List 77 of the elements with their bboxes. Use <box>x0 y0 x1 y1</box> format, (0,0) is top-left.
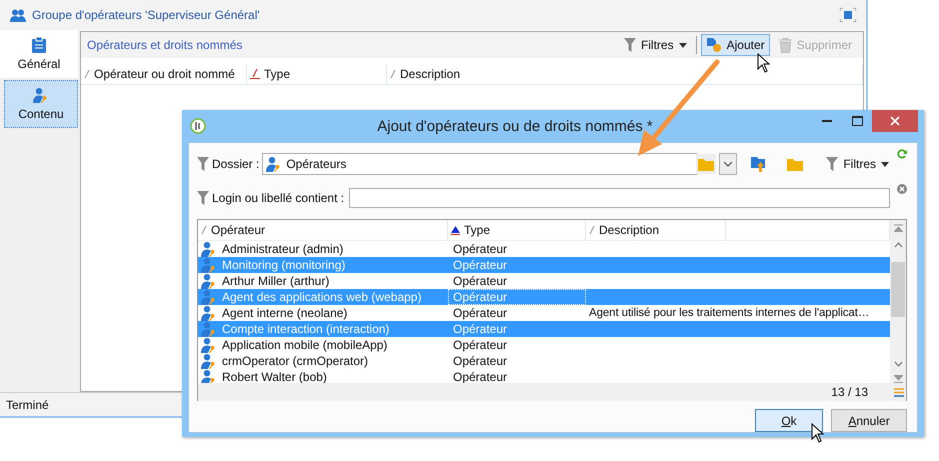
folder-up-icon[interactable] <box>751 156 768 172</box>
sort-ascending-icon <box>451 226 460 234</box>
type-cell: Opérateur <box>453 258 508 272</box>
trash-icon <box>778 38 792 52</box>
row-count: 13 / 13 <box>831 385 868 399</box>
status-text: Terminé <box>6 398 49 412</box>
operator-name: Arthur Miller (arthur) <box>222 274 330 288</box>
dialog-button[interactable]: Annuler <box>831 409 907 432</box>
close-icon <box>890 116 900 126</box>
chevron-icon <box>724 162 732 166</box>
filter-button[interactable]: Filtres <box>821 153 894 175</box>
operator-name: Agent interne (neolane) <box>222 306 348 320</box>
folder-field[interactable]: Opérateurs <box>262 153 698 175</box>
field-label: Dossier : <box>212 157 260 171</box>
scroll-top-icon[interactable] <box>894 224 902 232</box>
list-row[interactable]: Application mobile (mobileApp) Opérateur <box>198 337 890 353</box>
maximize-icon[interactable] <box>840 8 856 22</box>
scroll-thumb[interactable] <box>891 262 905 317</box>
column-header[interactable]: Type <box>448 220 586 240</box>
sort-icon <box>250 69 260 79</box>
dialog-title: Ajout d'opérateurs ou de droits nommés * <box>376 118 654 134</box>
list-row[interactable]: Agent interne (neolane) Opérateur Agent utilisé pour les traitements internes de l'applicat… <box>198 305 890 321</box>
funnel-icon <box>197 157 209 171</box>
type-cell: Opérateur <box>453 338 508 352</box>
clipboard-icon <box>32 37 46 53</box>
list-row[interactable]: Administrateur (admin) Opérateur <box>198 241 890 257</box>
column-header[interactable]: Opérateur ou droit nommé <box>81 64 247 84</box>
panel-title: Opérateurs et droits nommés <box>87 38 244 52</box>
sort-icon <box>201 226 207 234</box>
sidebar-item[interactable]: Contenu <box>4 80 78 128</box>
operator-name: crmOperator (crmOperator) <box>222 354 368 368</box>
column-header[interactable]: Description <box>586 220 726 240</box>
menu-icon[interactable] <box>894 388 904 396</box>
folder-shape <box>787 158 804 170</box>
column-header[interactable]: Opérateur <box>198 220 448 240</box>
scroll-bottom-icon[interactable] <box>894 375 902 383</box>
sort-icon <box>589 226 595 234</box>
type-cell: Opérateur <box>453 354 508 368</box>
list-row[interactable]: Arthur Miller (arthur) Opérateur <box>198 273 890 289</box>
add-icon <box>706 37 722 53</box>
operator-name: Compte interaction (interaction) <box>222 322 390 336</box>
add-button[interactable]: Ajouter <box>700 34 770 56</box>
refresh-icon[interactable] <box>897 149 907 159</box>
funnel-icon <box>197 191 209 205</box>
operator-name: Application mobile (mobileApp) <box>222 338 388 352</box>
dropdown-button[interactable] <box>719 153 738 175</box>
sort-icon <box>84 70 90 78</box>
operator-name: Agent des applications web (webapp) <box>222 290 422 304</box>
scroll-down-icon[interactable] <box>894 361 902 367</box>
type-cell: Opérateur <box>453 306 508 320</box>
clear-icon[interactable] <box>897 184 907 194</box>
funnel-icon <box>826 157 838 171</box>
folder-icon <box>698 158 714 170</box>
app-icon <box>190 118 206 134</box>
field-label: Login ou libellé contient : <box>212 191 344 205</box>
operator-name: Monitoring (monitoring) <box>222 258 346 272</box>
operator-name: Administrateur (admin) <box>222 242 344 256</box>
sidebar-item[interactable]: Général <box>0 30 78 78</box>
window-title: Groupe d'opérateurs 'Superviseur Général' <box>32 8 260 22</box>
scroll-up-icon[interactable] <box>894 242 902 248</box>
filter-button[interactable]: Filtres <box>618 34 692 56</box>
list-row[interactable]: crmOperator (crmOperator) Opérateur <box>198 353 890 369</box>
sort-icon <box>390 70 396 78</box>
group-icon <box>10 8 26 22</box>
funnel-icon <box>624 38 636 52</box>
search-field[interactable] <box>349 188 890 208</box>
maximize-icon[interactable] <box>852 116 862 126</box>
column-header[interactable]: Type <box>247 64 387 84</box>
type-cell: Opérateur <box>453 274 508 288</box>
close-button[interactable] <box>872 110 918 132</box>
dialog-button[interactable]: Ok <box>755 409 823 432</box>
caret-icon <box>881 162 889 166</box>
caret-icon <box>678 42 687 48</box>
type-cell: Opérateur <box>453 322 508 336</box>
type-cell: Opérateur <box>453 290 508 304</box>
description-cell: Agent utilisé pour les traitements internes de l'applicat… <box>589 307 870 319</box>
type-cell: Opérateur <box>453 242 508 256</box>
